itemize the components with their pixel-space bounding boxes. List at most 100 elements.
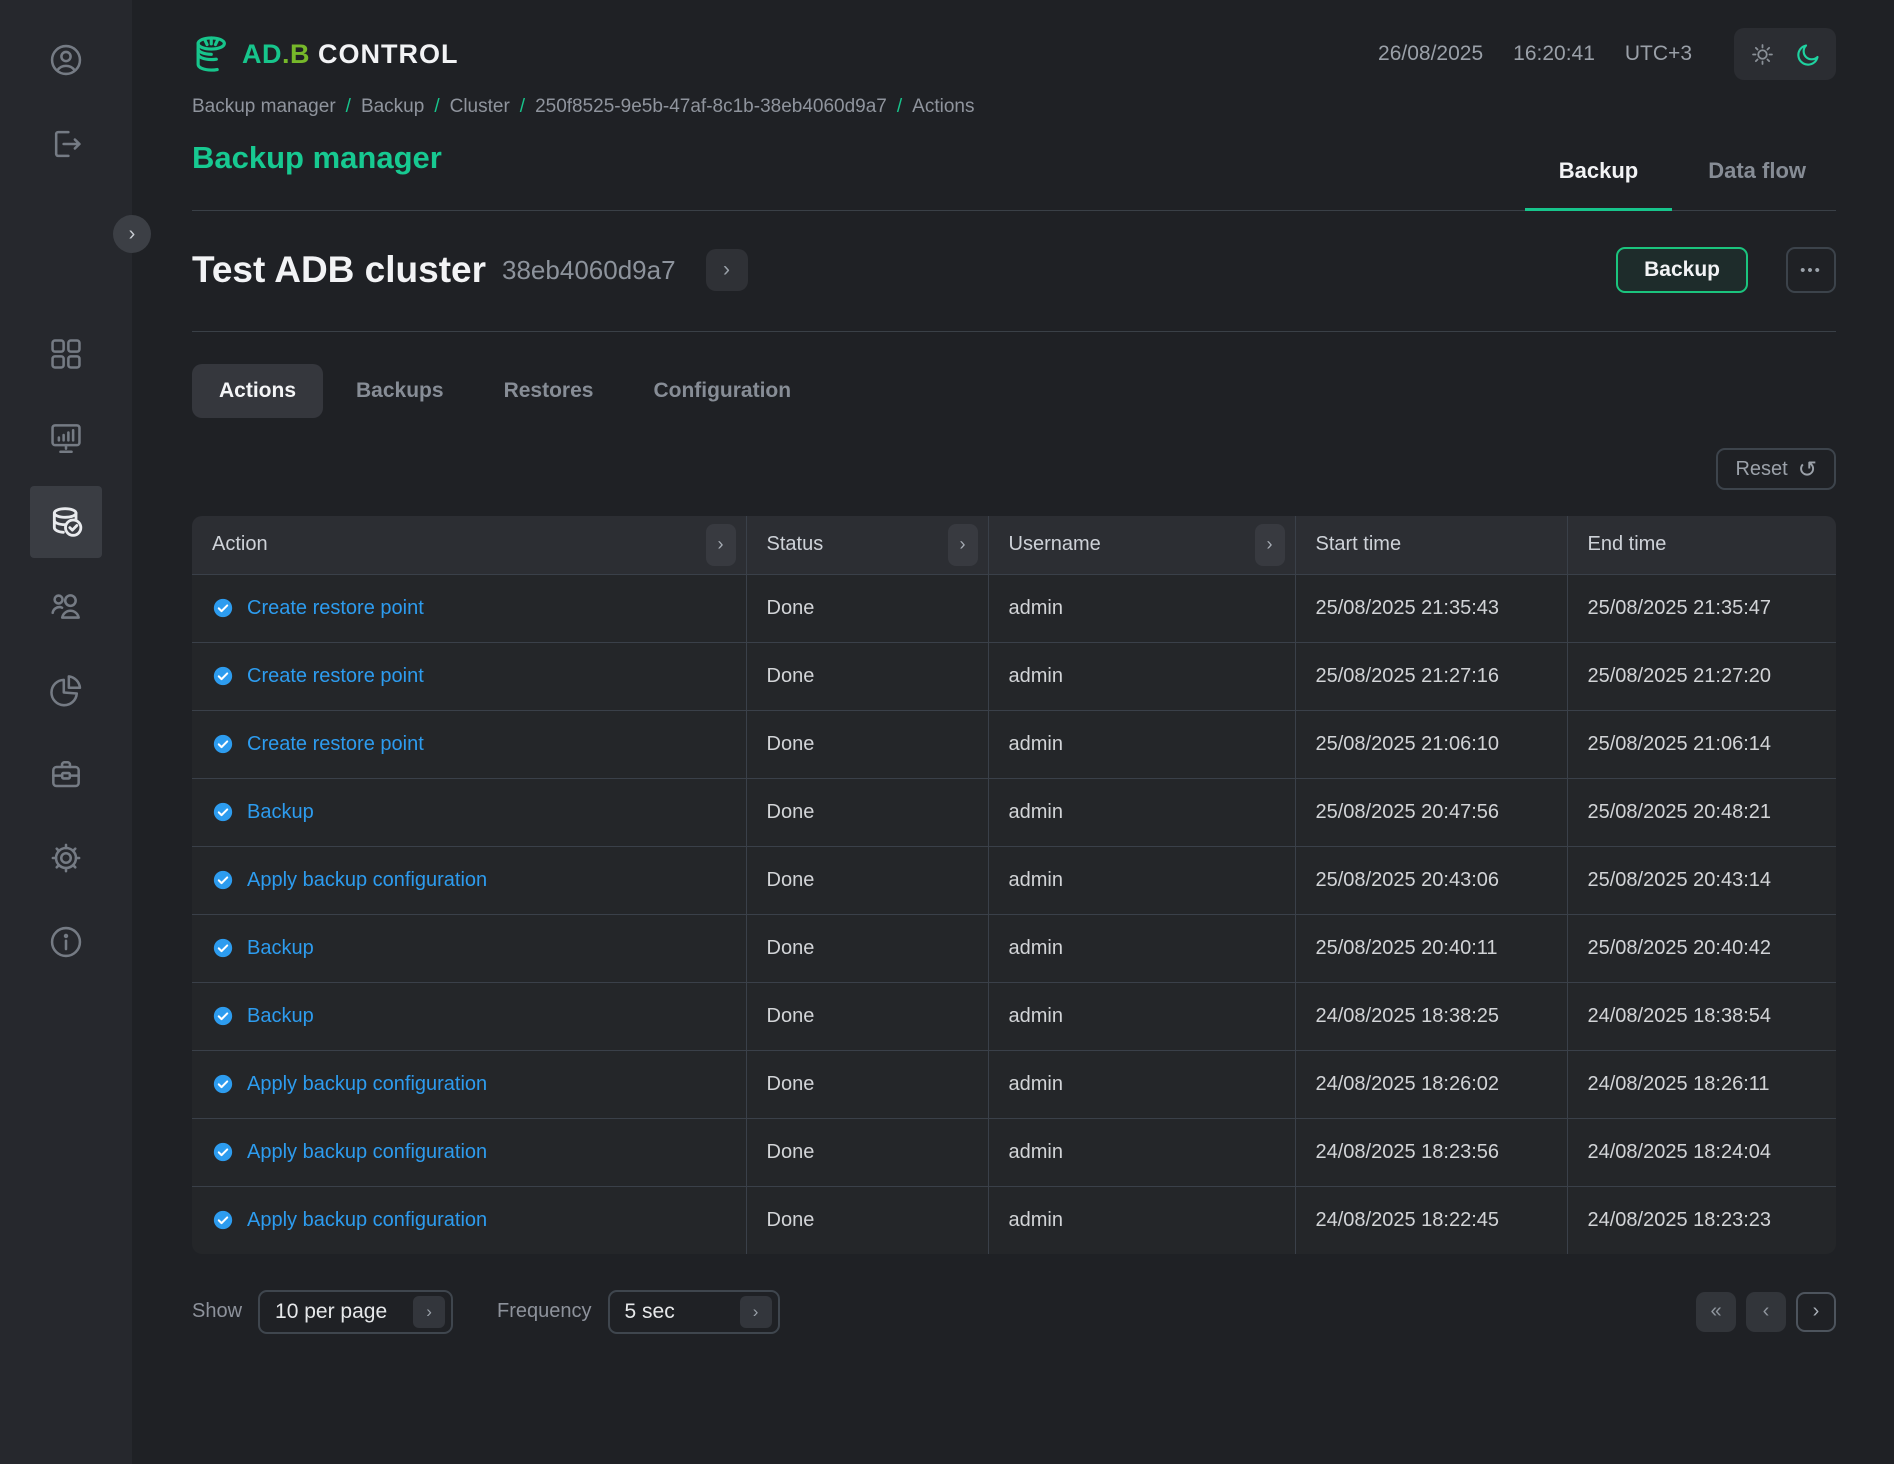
pagination: « ‹ › (1696, 1292, 1836, 1332)
cluster-name: Test ADB cluster (192, 249, 486, 291)
chevron-right-icon: › (723, 258, 730, 282)
sidebar-item-jobs[interactable] (30, 738, 102, 810)
backup-button[interactable]: Backup (1616, 247, 1748, 293)
sidebar-item-settings[interactable] (30, 822, 102, 894)
breadcrumb-separator: / (346, 96, 351, 118)
top-tabs: Backup Data flow (1559, 158, 1806, 210)
end-time-cell: 25/08/2025 20:43:14 (1567, 846, 1836, 914)
action-link[interactable]: Create restore point (247, 597, 424, 620)
column-header-username: Username (1009, 533, 1101, 556)
breadcrumb-current: Actions (912, 96, 974, 118)
action-link[interactable]: Apply backup configuration (247, 1209, 487, 1232)
sidebar-item-backup-manager[interactable] (30, 486, 102, 558)
page-size-select[interactable]: 10 per page › (258, 1290, 453, 1334)
status-cell: Done (746, 710, 988, 778)
main-content: AD.BCONTROL 26/08/2025 16:20:41 UTC+3 (132, 0, 1894, 1464)
logout-icon (47, 125, 85, 163)
end-time-cell: 24/08/2025 18:23:23 (1567, 1186, 1836, 1254)
pagination-first-button[interactable]: « (1696, 1292, 1736, 1332)
dashboard-grid-icon (47, 335, 85, 373)
username-cell: admin (988, 710, 1295, 778)
frequency-select[interactable]: 5 sec › (608, 1290, 780, 1334)
frequency-expand-button[interactable]: › (740, 1296, 772, 1328)
sidebar-item-dashboard[interactable] (30, 318, 102, 390)
breadcrumb-item[interactable]: Cluster (450, 96, 510, 118)
end-time-cell: 25/08/2025 21:35:47 (1567, 574, 1836, 642)
sidebar-item-logout[interactable] (30, 108, 102, 180)
sidebar-item-profile[interactable] (30, 24, 102, 96)
action-link[interactable]: Backup (247, 937, 314, 960)
cluster-expand-button[interactable]: › (706, 249, 748, 291)
username-cell: admin (988, 914, 1295, 982)
status-cell: Done (746, 982, 988, 1050)
dark-theme-button[interactable] (1793, 39, 1823, 69)
status-cell: Done (746, 574, 988, 642)
breadcrumb-separator: / (897, 96, 902, 118)
reset-icon: ↺ (1798, 456, 1817, 483)
sub-tabs: Actions Backups Restores Configuration (192, 364, 1836, 418)
subtab-configuration[interactable]: Configuration (626, 364, 818, 418)
done-check-icon (212, 1209, 234, 1231)
light-theme-button[interactable] (1747, 39, 1777, 69)
timezone: UTC+3 (1625, 42, 1692, 66)
table-row: Apply backup configuration Done admin 24… (192, 1050, 1836, 1118)
reset-label: Reset (1735, 458, 1787, 481)
current-time: 16:20:41 (1513, 42, 1595, 66)
reset-button[interactable]: Reset ↺ (1716, 448, 1836, 490)
column-header-start-time: Start time (1316, 533, 1402, 555)
username-cell: admin (988, 778, 1295, 846)
action-link[interactable]: Create restore point (247, 733, 424, 756)
breadcrumb-item[interactable]: Backup (361, 96, 424, 118)
action-link[interactable]: Backup (247, 801, 314, 824)
pagination-prev-button[interactable]: ‹ (1746, 1292, 1786, 1332)
done-check-icon (212, 801, 234, 823)
sidebar-item-reports[interactable] (30, 654, 102, 726)
reset-row: Reset ↺ (192, 448, 1836, 490)
tab-backup[interactable]: Backup (1559, 158, 1638, 210)
action-link[interactable]: Apply backup configuration (247, 1073, 487, 1096)
current-date: 26/08/2025 (1378, 42, 1483, 66)
status-cell: Done (746, 778, 988, 846)
page-size-expand-button[interactable]: › (413, 1296, 445, 1328)
breadcrumb-item[interactable]: Backup manager (192, 96, 336, 118)
sidebar-item-info[interactable] (30, 906, 102, 978)
frequency-label: Frequency (497, 1300, 592, 1323)
breadcrumb-item[interactable]: 250f8525-9e5b-47af-8c1b-38eb4060d9a7 (535, 96, 887, 118)
username-cell: admin (988, 982, 1295, 1050)
double-chevron-left-icon: « (1710, 1300, 1721, 1323)
subtab-backups[interactable]: Backups (329, 364, 471, 418)
subtab-actions[interactable]: Actions (192, 364, 323, 418)
chevron-right-icon: › (1267, 534, 1273, 554)
end-time-cell: 24/08/2025 18:24:04 (1567, 1118, 1836, 1186)
action-link[interactable]: Create restore point (247, 665, 424, 688)
username-cell: admin (988, 1050, 1295, 1118)
breadcrumb-separator: / (520, 96, 525, 118)
tab-data-flow[interactable]: Data flow (1708, 158, 1806, 210)
status-cell: Done (746, 642, 988, 710)
end-time-cell: 25/08/2025 21:27:20 (1567, 642, 1836, 710)
action-link[interactable]: Backup (247, 1005, 314, 1028)
table-row: Backup Done admin 25/08/2025 20:47:56 25… (192, 778, 1836, 846)
done-check-icon (212, 1005, 234, 1027)
table-row: Create restore point Done admin 25/08/20… (192, 642, 1836, 710)
moon-icon (1795, 41, 1822, 68)
chevron-left-icon: ‹ (1763, 1300, 1770, 1323)
briefcase-icon (47, 755, 85, 793)
sidebar-expand-button[interactable]: › (113, 215, 151, 253)
sidebar-item-monitoring[interactable] (30, 402, 102, 474)
table-row: Apply backup configuration Done admin 24… (192, 1186, 1836, 1254)
pagination-next-button[interactable]: › (1796, 1292, 1836, 1332)
column-status-expand-button[interactable]: › (948, 524, 978, 566)
start-time-cell: 25/08/2025 21:06:10 (1295, 710, 1567, 778)
username-cell: admin (988, 1118, 1295, 1186)
end-time-cell: 25/08/2025 21:06:14 (1567, 710, 1836, 778)
action-link[interactable]: Apply backup configuration (247, 869, 487, 892)
end-time-cell: 24/08/2025 18:26:11 (1567, 1050, 1836, 1118)
more-actions-button[interactable]: ••• (1786, 247, 1836, 293)
column-action-expand-button[interactable]: › (706, 524, 736, 566)
subtab-restores[interactable]: Restores (477, 364, 621, 418)
action-link[interactable]: Apply backup configuration (247, 1141, 487, 1164)
sidebar-item-users[interactable] (30, 570, 102, 642)
start-time-cell: 25/08/2025 21:27:16 (1295, 642, 1567, 710)
column-username-expand-button[interactable]: › (1255, 524, 1285, 566)
